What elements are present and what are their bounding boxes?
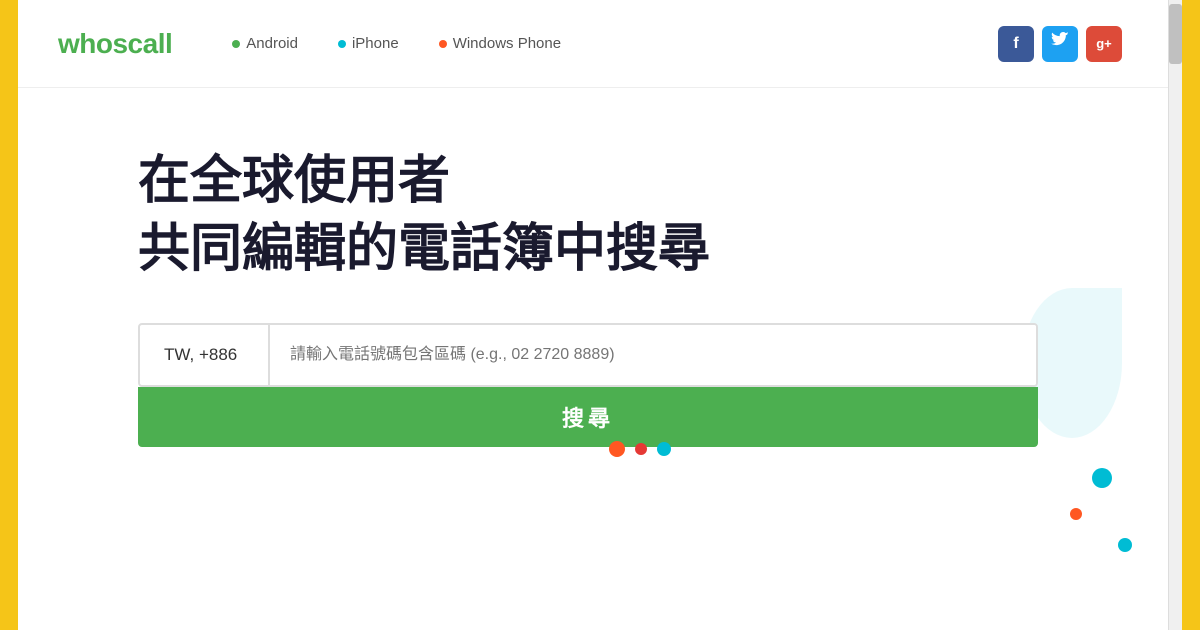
deco-dot-orange bbox=[1070, 508, 1082, 520]
main-content: whoscall Android iPhone Windows Phone f bbox=[18, 0, 1182, 630]
hero-title: 在全球使用者 共同編輯的電話簿中搜尋 bbox=[138, 148, 1142, 283]
scrollbar-thumb[interactable] bbox=[1169, 4, 1182, 64]
navigation: Android iPhone Windows Phone bbox=[232, 35, 998, 52]
nav-windows-phone-label: Windows Phone bbox=[453, 35, 561, 52]
search-deco-dot-orange bbox=[609, 441, 625, 457]
twitter-icon bbox=[1051, 32, 1069, 55]
hero-section: 在全球使用者 共同編輯的電話簿中搜尋 TW, +886 搜尋 bbox=[18, 88, 1182, 630]
scrollbar[interactable] bbox=[1168, 0, 1182, 630]
hero-title-line1: 在全球使用者 bbox=[138, 152, 450, 210]
windows-phone-dot-icon bbox=[439, 40, 447, 48]
country-selector[interactable]: TW, +886 bbox=[140, 325, 270, 385]
nav-android[interactable]: Android bbox=[232, 35, 298, 52]
search-container: TW, +886 bbox=[138, 323, 1038, 387]
header: whoscall Android iPhone Windows Phone f bbox=[18, 0, 1182, 88]
search-deco-dot-cyan bbox=[657, 442, 671, 456]
logo[interactable]: whoscall bbox=[58, 28, 172, 60]
googleplus-icon: g+ bbox=[1096, 36, 1112, 51]
search-button[interactable]: 搜尋 bbox=[138, 387, 1038, 447]
deco-dot-cyan bbox=[1092, 468, 1112, 488]
search-button-row: 搜尋 bbox=[138, 387, 1038, 447]
right-border bbox=[1182, 0, 1200, 630]
left-border bbox=[0, 0, 18, 630]
nav-android-label: Android bbox=[246, 35, 298, 52]
android-dot-icon bbox=[232, 40, 240, 48]
country-code: TW, +886 bbox=[164, 345, 237, 365]
iphone-dot-icon bbox=[338, 40, 346, 48]
phone-input[interactable] bbox=[270, 325, 1036, 385]
facebook-button[interactable]: f bbox=[998, 26, 1034, 62]
nav-iphone-label: iPhone bbox=[352, 35, 399, 52]
hero-title-line2: 共同編輯的電話簿中搜尋 bbox=[138, 220, 710, 278]
googleplus-button[interactable]: g+ bbox=[1086, 26, 1122, 62]
nav-iphone[interactable]: iPhone bbox=[338, 35, 399, 52]
twitter-button[interactable] bbox=[1042, 26, 1078, 62]
nav-windows-phone[interactable]: Windows Phone bbox=[439, 35, 561, 52]
deco-dot-cyan-2 bbox=[1118, 538, 1132, 552]
social-icons: f g+ bbox=[998, 26, 1122, 62]
search-deco-dot-red bbox=[635, 443, 647, 455]
facebook-icon: f bbox=[1013, 35, 1018, 53]
